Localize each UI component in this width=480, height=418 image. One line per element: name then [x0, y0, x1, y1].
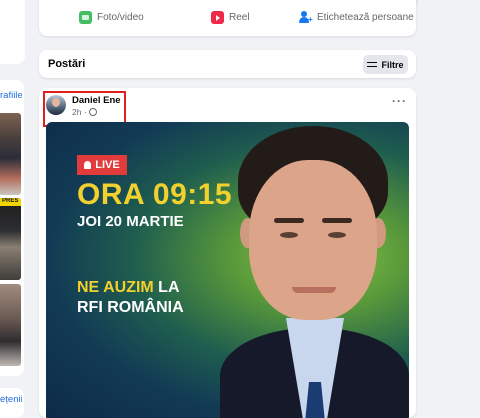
thumb-label: PRES [2, 198, 19, 204]
eye [328, 232, 346, 238]
more-options-button[interactable]: ··· [392, 95, 407, 107]
photo-thumbnail[interactable]: PRES [0, 198, 21, 280]
post-composer: Foto/video Reel + Etichetează persoane [39, 0, 416, 36]
post-card: Daniel Ene 2h · ··· LIVE ORA 09:15 JOI 2… [39, 88, 416, 418]
headline-white: LA [153, 279, 180, 296]
post-image[interactable]: LIVE ORA 09:15 JOI 20 MARTIE NE AUZIM LA… [46, 122, 409, 418]
left-column: rafiile PRES ețenii [0, 0, 26, 418]
filter-sliders-icon [367, 61, 378, 69]
photo-thumbnail[interactable] [0, 113, 21, 195]
eye [280, 232, 298, 238]
tag-people-icon: + [299, 11, 313, 24]
author-avatar[interactable] [46, 95, 66, 115]
friends-link[interactable]: ețenii [0, 394, 22, 405]
photos-link[interactable]: rafiile [0, 90, 22, 101]
person-portrait [220, 122, 409, 418]
filter-label: Filtre [381, 59, 404, 70]
face [249, 160, 377, 320]
live-label: LIVE [95, 159, 120, 171]
eyebrow [274, 218, 304, 223]
tag-people-label: Etichetează persoane [317, 12, 414, 23]
author-name[interactable]: Daniel Ene [72, 95, 121, 106]
image-time-text: ORA 09:15 [77, 178, 233, 211]
live-badge: LIVE [77, 155, 127, 175]
eyebrow [322, 218, 352, 223]
bell-icon [84, 161, 92, 169]
image-date-text: JOI 20 MARTIE [77, 213, 184, 230]
globe-icon [88, 108, 97, 116]
reel-button[interactable]: Reel [211, 11, 250, 24]
filter-button[interactable]: Filtre [363, 55, 408, 74]
left-card-top [0, 0, 25, 64]
post-meta: 2h · [72, 107, 97, 117]
post-time[interactable]: 2h · [72, 107, 87, 117]
posts-header: Postări Filtre [39, 50, 416, 78]
photo-video-label: Foto/video [97, 12, 144, 23]
image-headline-line1: NE AUZIM LA [77, 278, 180, 298]
image-headline-line2: RFI ROMÂNIA [77, 299, 184, 316]
reel-icon [211, 11, 224, 24]
mouth [292, 287, 336, 293]
posts-title: Postări [48, 58, 86, 70]
photo-thumbnail[interactable] [0, 284, 21, 366]
reel-label: Reel [229, 12, 250, 23]
headline-yellow: NE AUZIM [77, 279, 154, 296]
photo-video-button[interactable]: Foto/video [79, 11, 144, 24]
photo-icon [79, 11, 92, 24]
tag-people-button[interactable]: + Etichetează persoane [299, 11, 414, 24]
